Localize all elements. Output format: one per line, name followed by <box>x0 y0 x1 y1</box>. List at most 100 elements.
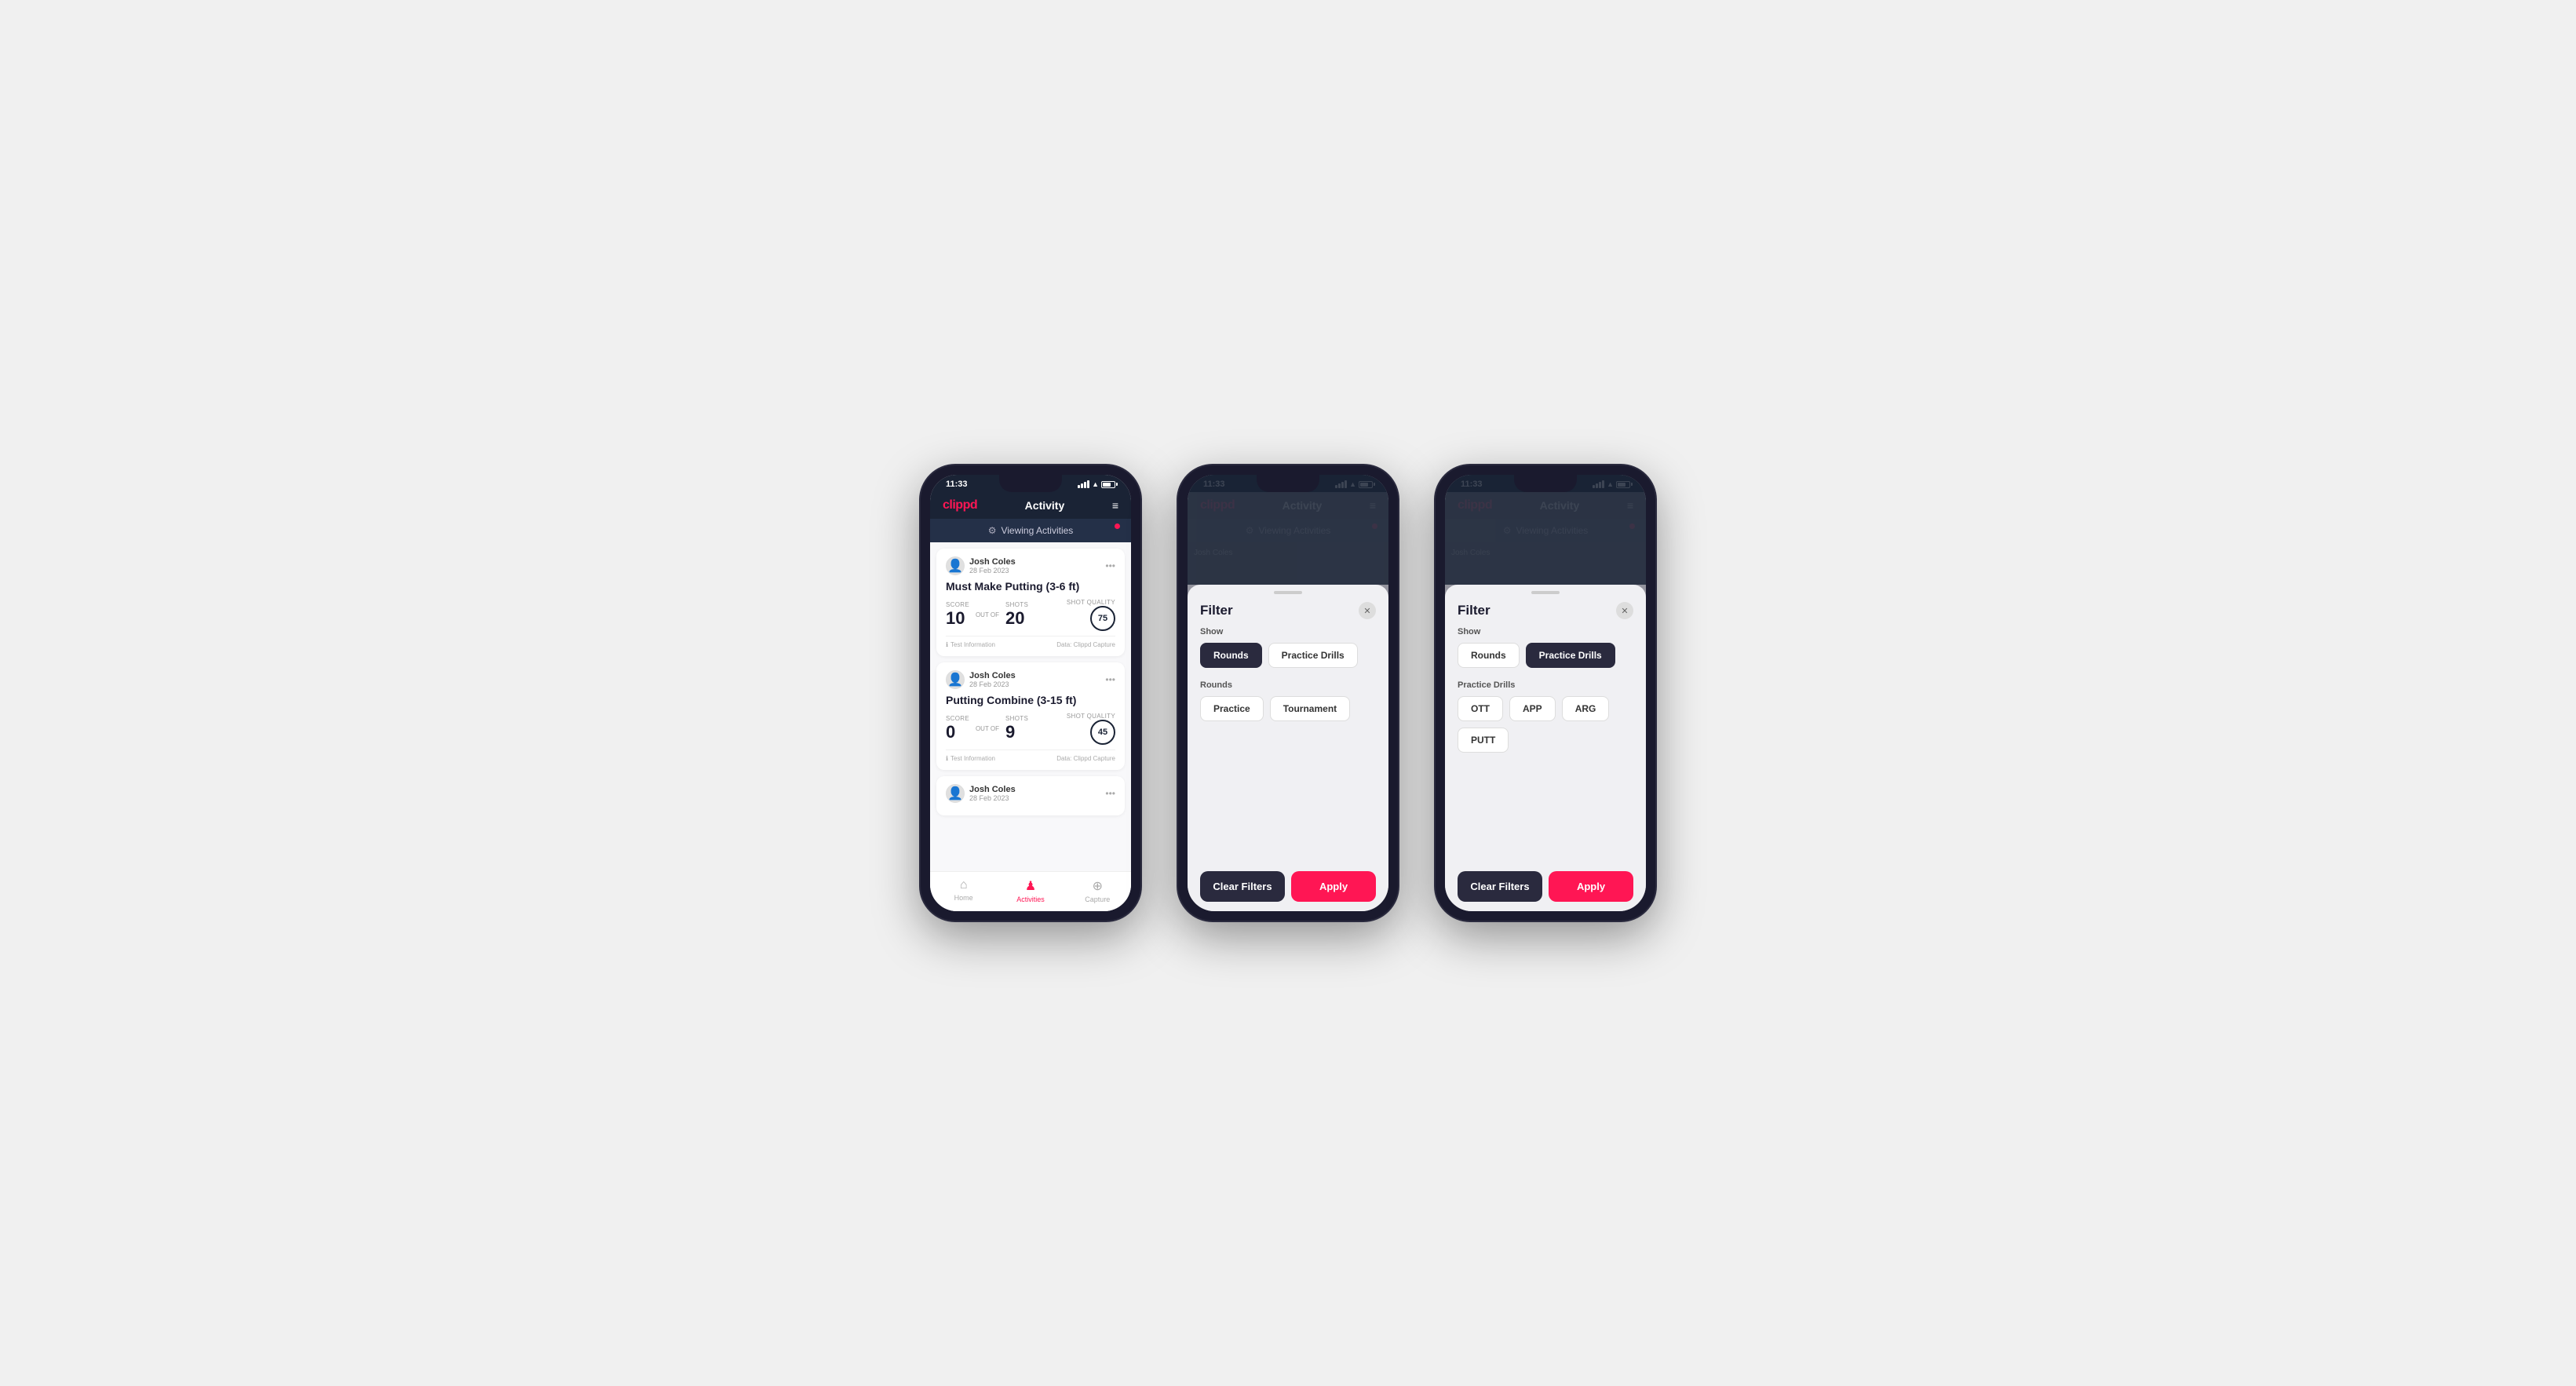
sq-badge-1: 75 <box>1090 606 1115 631</box>
modal-footer-2: Clear Filters Apply <box>1188 862 1388 911</box>
capture-label-1: Capture <box>1085 895 1110 903</box>
notch-3 <box>1514 475 1577 492</box>
card-header-3: 👤 Josh Coles 28 Feb 2023 ••• <box>946 784 1115 803</box>
modal-header-3: Filter ✕ <box>1445 597 1646 627</box>
avatar-icon-3: 👤 <box>947 786 963 801</box>
viewing-bar-text-1: Viewing Activities <box>1001 525 1073 536</box>
rounds-show-btn-3[interactable]: Rounds <box>1458 643 1520 668</box>
avatar-icon-2: 👤 <box>947 672 963 688</box>
sq-value-2: 45 <box>1098 728 1107 737</box>
modal-handle-3 <box>1445 585 1646 597</box>
user-info-2: 👤 Josh Coles 28 Feb 2023 <box>946 670 1016 689</box>
out-of-2: OUT OF <box>976 725 999 732</box>
test-info-2: ℹ Test Information <box>946 755 995 762</box>
status-time-1: 11:33 <box>946 480 968 489</box>
practice-drills-label-3: Practice Drills <box>1458 680 1633 690</box>
nav-capture-1[interactable]: ⊕ Capture <box>1064 872 1131 911</box>
user-info-1: 👤 Josh Coles 28 Feb 2023 <box>946 556 1016 575</box>
sq-badge-2: 45 <box>1090 720 1115 745</box>
activity-card-2: 👤 Josh Coles 28 Feb 2023 ••• Putting Com… <box>936 662 1125 770</box>
filter-icon-1: ⚙ <box>988 525 997 536</box>
filter-modal-2: Filter ✕ Show Rounds Practice Drills Rou… <box>1188 475 1388 911</box>
shots-label-1: Shots <box>1005 601 1028 608</box>
sq-value-1: 75 <box>1098 614 1107 623</box>
card-title-1: Must Make Putting (3-6 ft) <box>946 580 1115 593</box>
rounds-label-2: Rounds <box>1200 680 1376 690</box>
avatar-1: 👤 <box>946 556 965 575</box>
more-dots-1[interactable]: ••• <box>1105 560 1115 571</box>
nav-activities-1[interactable]: ♟ Activities <box>997 872 1064 911</box>
data-source-2: Data: Clippd Capture <box>1056 755 1115 762</box>
bottom-nav-1: ⌂ Home ♟ Activities ⊕ Capture <box>930 871 1131 911</box>
close-button-2[interactable]: ✕ <box>1359 602 1376 619</box>
app-btn-3[interactable]: APP <box>1509 696 1556 721</box>
practice-drill-buttons-3: OTT APP ARG PUTT <box>1458 696 1633 753</box>
putt-btn-3[interactable]: PUTT <box>1458 728 1509 753</box>
battery-icon-1 <box>1101 481 1115 488</box>
out-of-1: OUT OF <box>976 611 999 618</box>
logo-1: clippd <box>943 498 977 512</box>
avatar-3: 👤 <box>946 784 965 803</box>
app-header-1: clippd Activity ≡ <box>930 492 1131 519</box>
card-footer-2: ℹ Test Information Data: Clippd Capture <box>946 750 1115 762</box>
apply-btn-2[interactable]: Apply <box>1291 871 1376 902</box>
more-dots-3[interactable]: ••• <box>1105 788 1115 799</box>
more-dots-2[interactable]: ••• <box>1105 674 1115 685</box>
shots-value-2: 9 <box>1005 722 1028 742</box>
home-icon-1: ⌂ <box>960 878 968 892</box>
card-footer-1: ℹ Test Information Data: Clippd Capture <box>946 636 1115 648</box>
clear-filters-btn-3[interactable]: Clear Filters <box>1458 871 1542 902</box>
tournament-btn-2[interactable]: Tournament <box>1270 696 1350 721</box>
practice-round-btn-2[interactable]: Practice <box>1200 696 1264 721</box>
show-label-3: Show <box>1458 627 1633 636</box>
header-title-1: Activity <box>1025 499 1065 512</box>
user-date-1: 28 Feb 2023 <box>969 567 1016 574</box>
card-title-2: Putting Combine (3-15 ft) <box>946 694 1115 706</box>
apply-btn-3[interactable]: Apply <box>1549 871 1633 902</box>
user-info-3: 👤 Josh Coles 28 Feb 2023 <box>946 784 1016 803</box>
practice-show-btn-2[interactable]: Practice Drills <box>1268 643 1358 668</box>
clear-filters-btn-2[interactable]: Clear Filters <box>1200 871 1285 902</box>
status-icons-1: ▲ <box>1078 480 1115 488</box>
signal-icon-1 <box>1078 480 1089 488</box>
user-name-3: Josh Coles <box>969 785 1016 794</box>
modal-footer-3: Clear Filters Apply <box>1445 862 1646 911</box>
modal-title-3: Filter <box>1458 603 1491 618</box>
wifi-icon-1: ▲ <box>1092 480 1099 488</box>
activities-label-1: Activities <box>1016 895 1045 903</box>
avatar-icon-1: 👤 <box>947 558 963 574</box>
avatar-2: 👤 <box>946 670 965 689</box>
filter-modal-3: Filter ✕ Show Rounds Practice Drills Pra… <box>1445 475 1646 911</box>
user-name-1: Josh Coles <box>969 557 1016 567</box>
capture-icon-1: ⊕ <box>1093 878 1103 894</box>
menu-icon-1[interactable]: ≡ <box>1112 499 1118 512</box>
nav-home-1[interactable]: ⌂ Home <box>930 872 997 911</box>
modal-title-2: Filter <box>1200 603 1233 618</box>
close-button-3[interactable]: ✕ <box>1616 602 1633 619</box>
activities-icon-1: ♟ <box>1025 878 1036 894</box>
score-label-2: Score <box>946 715 969 722</box>
red-dot-1 <box>1115 523 1120 529</box>
user-date-3: 28 Feb 2023 <box>969 794 1016 802</box>
user-name-2: Josh Coles <box>969 671 1016 680</box>
show-filter-buttons-3: Rounds Practice Drills <box>1458 643 1633 668</box>
ott-btn-3[interactable]: OTT <box>1458 696 1503 721</box>
modal-handle-2 <box>1188 585 1388 597</box>
viewing-bar-1[interactable]: ⚙ Viewing Activities <box>930 519 1131 542</box>
show-label-2: Show <box>1200 627 1376 636</box>
data-source-1: Data: Clippd Capture <box>1056 641 1115 648</box>
practice-show-btn-3[interactable]: Practice Drills <box>1526 643 1615 668</box>
score-value-1: 10 <box>946 608 969 629</box>
shots-label-2: Shots <box>1005 715 1028 722</box>
modal-content-3: Show Rounds Practice Drills Practice Dri… <box>1445 627 1646 862</box>
shots-value-1: 20 <box>1005 608 1028 629</box>
arg-btn-3[interactable]: ARG <box>1562 696 1610 721</box>
rounds-show-btn-2[interactable]: Rounds <box>1200 643 1262 668</box>
score-value-2: 0 <box>946 722 969 742</box>
phones-container: 11:33 ▲ clippd Activity <box>921 465 1655 921</box>
test-info-1: ℹ Test Information <box>946 641 995 648</box>
sq-label-1: Shot Quality <box>1067 599 1115 606</box>
home-label-1: Home <box>954 894 973 902</box>
score-label-1: Score <box>946 601 969 608</box>
sq-label-2: Shot Quality <box>1067 713 1115 720</box>
